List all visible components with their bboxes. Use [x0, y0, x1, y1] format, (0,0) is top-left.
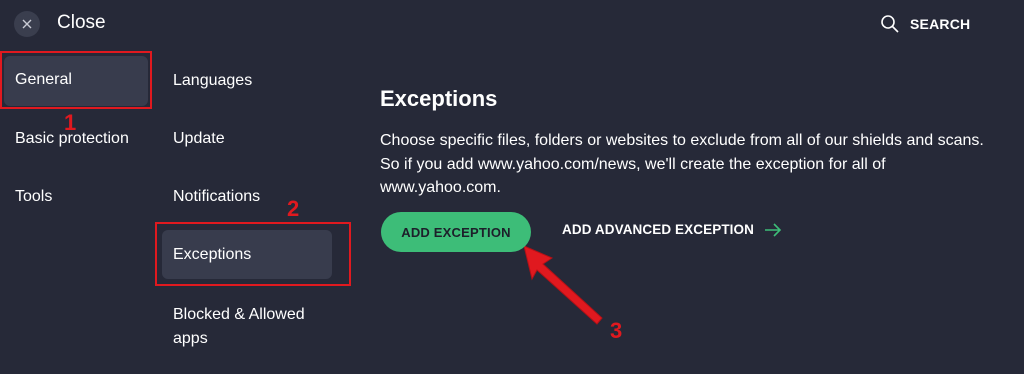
subnav-blocked-allowed-apps-label: Blocked & Allowed apps [173, 306, 305, 347]
annotation-marker-1: 1 [64, 110, 77, 135]
add-advanced-exception-link[interactable]: ADD ADVANCED EXCEPTION [562, 222, 782, 237]
search-label: SEARCH [910, 16, 971, 32]
page-description: Choose specific files, folders or websit… [380, 132, 984, 196]
annotation-marker-2: 2 [287, 196, 300, 221]
close-button[interactable] [14, 11, 40, 37]
close-icon [22, 19, 32, 29]
search-icon [881, 15, 899, 33]
search-button[interactable]: SEARCH [880, 14, 970, 34]
annotation-arrow [523, 245, 603, 325]
page-title: Exceptions [380, 86, 498, 111]
subnav-notifications-label: Notifications [173, 188, 261, 205]
arrow-right-icon [764, 222, 782, 237]
add-exception-label: ADD EXCEPTION [401, 224, 511, 240]
subnav-update-label: Update [173, 130, 225, 147]
add-advanced-exception-label: ADD ADVANCED EXCEPTION [562, 222, 754, 237]
nav-tools[interactable]: Tools [15, 188, 52, 206]
annotation-box-general [0, 51, 152, 109]
add-exception-button[interactable]: ADD EXCEPTION [381, 212, 531, 252]
subnav-languages-label: Languages [173, 72, 253, 89]
nav-tools-label: Tools [15, 188, 53, 205]
close-label[interactable]: Close [57, 12, 106, 34]
subnav-notifications[interactable]: Notifications [173, 188, 260, 206]
annotation-box-exceptions [155, 222, 351, 286]
subnav-blocked-allowed-apps[interactable]: Blocked & Allowed apps [173, 303, 333, 351]
subnav-update[interactable]: Update [173, 130, 225, 148]
subnav-languages[interactable]: Languages [173, 72, 252, 90]
annotation-marker-3: 3 [610, 318, 623, 343]
